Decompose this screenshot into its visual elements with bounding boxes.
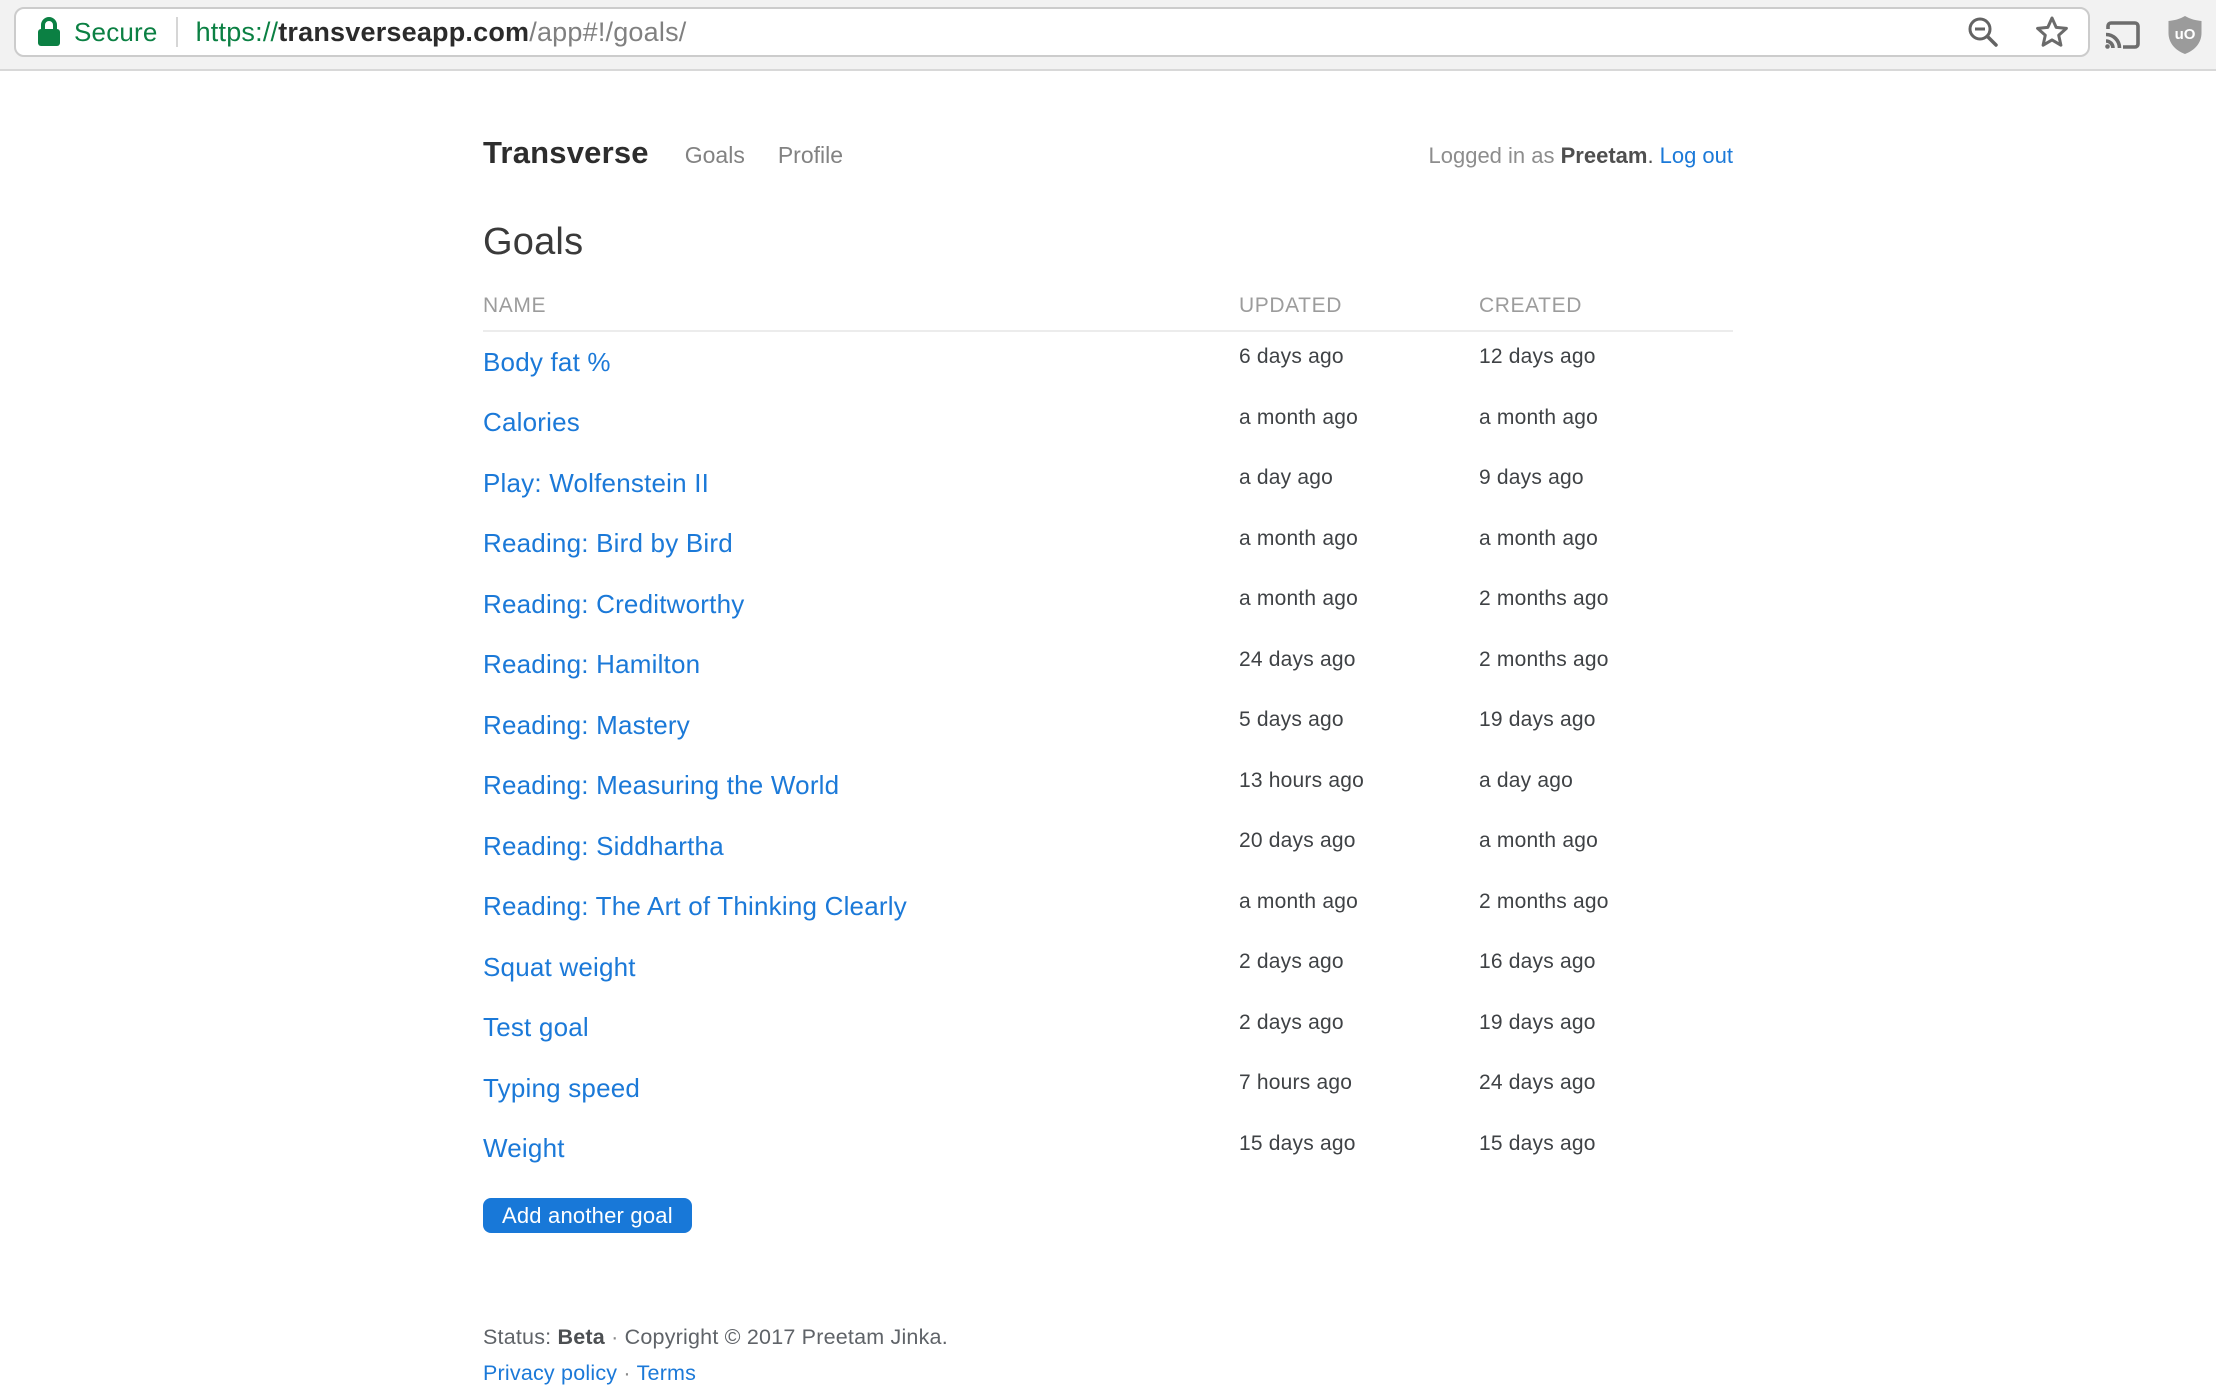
goal-updated-value: 15 days ago bbox=[1239, 1132, 1479, 1156]
table-row: Reading: Hamilton 24 days ago 2 months a… bbox=[483, 635, 1733, 696]
session-status: Logged in as Preetam. Log out bbox=[1429, 143, 1734, 169]
goal-name-link[interactable]: Reading: Bird by Bird bbox=[483, 528, 733, 558]
goal-created-value: 2 months ago bbox=[1479, 587, 1733, 611]
svg-text:uO: uO bbox=[2175, 26, 2196, 43]
table-row: Squat weight 2 days ago 16 days ago bbox=[483, 937, 1733, 998]
omnibox-divider bbox=[176, 17, 178, 47]
add-goal-button[interactable]: Add another goal bbox=[483, 1198, 692, 1233]
copyright-text: Copyright © 2017 Preetam Jinka. bbox=[625, 1325, 948, 1349]
goal-updated-value: a month ago bbox=[1239, 527, 1479, 551]
column-header-name: NAME bbox=[483, 294, 1239, 318]
goal-name-link[interactable]: Body fat % bbox=[483, 347, 611, 377]
column-header-created: CREATED bbox=[1479, 294, 1733, 318]
goal-created-value: a month ago bbox=[1479, 829, 1733, 853]
goal-created-value: 24 days ago bbox=[1479, 1071, 1733, 1095]
url-path: /app#!/goals/ bbox=[529, 17, 686, 47]
goal-name-link[interactable]: Calories bbox=[483, 407, 580, 437]
goal-updated-value: a month ago bbox=[1239, 587, 1479, 611]
secure-label[interactable]: Secure bbox=[74, 17, 158, 48]
table-row: Reading: Mastery 5 days ago 19 days ago bbox=[483, 695, 1733, 756]
goal-updated-value: 2 days ago bbox=[1239, 1011, 1479, 1035]
brand-logo[interactable]: Transverse bbox=[483, 135, 649, 171]
session-suffix: . bbox=[1647, 143, 1653, 168]
url-scheme: https:// bbox=[196, 17, 279, 47]
table-row: Weight 15 days ago 15 days ago bbox=[483, 1119, 1733, 1180]
table-row: Test goal 2 days ago 19 days ago bbox=[483, 998, 1733, 1059]
footer-links-separator: · bbox=[623, 1361, 630, 1385]
footer-separator: · bbox=[611, 1325, 618, 1349]
page-title: Goals bbox=[483, 221, 1733, 264]
table-row: Reading: Creditworthy a month ago 2 mont… bbox=[483, 574, 1733, 635]
goal-created-value: a day ago bbox=[1479, 769, 1733, 793]
url-text[interactable]: https://transverseapp.com/app#!/goals/ bbox=[196, 17, 687, 48]
column-header-updated: UPDATED bbox=[1239, 294, 1479, 318]
goal-name-link[interactable]: Squat weight bbox=[483, 952, 636, 982]
privacy-policy-link[interactable]: Privacy policy bbox=[483, 1361, 617, 1385]
goal-created-value: 2 months ago bbox=[1479, 890, 1733, 914]
goal-created-value: a month ago bbox=[1479, 406, 1733, 430]
zoom-icon[interactable] bbox=[1966, 15, 2000, 49]
footer-status-line: Status: Beta · Copyright © 2017 Preetam … bbox=[483, 1325, 1733, 1350]
goal-created-value: 19 days ago bbox=[1479, 708, 1733, 732]
footer: Status: Beta · Copyright © 2017 Preetam … bbox=[483, 1325, 1733, 1386]
goal-name-link[interactable]: Reading: Measuring the World bbox=[483, 770, 839, 800]
table-row: Body fat % 6 days ago 12 days ago bbox=[483, 332, 1733, 393]
table-row: Reading: The Art of Thinking Clearly a m… bbox=[483, 877, 1733, 938]
status-badge: Beta bbox=[558, 1325, 605, 1349]
goal-name-link[interactable]: Reading: Mastery bbox=[483, 710, 690, 740]
table-row: Reading: Siddhartha 20 days ago a month … bbox=[483, 816, 1733, 877]
browser-extension-area: uO bbox=[2090, 0, 2216, 69]
goal-name-link[interactable]: Weight bbox=[483, 1133, 565, 1163]
goal-name-link[interactable]: Test goal bbox=[483, 1012, 589, 1042]
goal-created-value: 2 months ago bbox=[1479, 648, 1733, 672]
goal-created-value: a month ago bbox=[1479, 527, 1733, 551]
goal-updated-value: 13 hours ago bbox=[1239, 769, 1479, 793]
cast-icon[interactable] bbox=[2103, 19, 2141, 51]
goal-created-value: 16 days ago bbox=[1479, 950, 1733, 974]
lock-icon[interactable] bbox=[36, 16, 62, 48]
goal-created-value: 19 days ago bbox=[1479, 1011, 1733, 1035]
goal-name-link[interactable]: Reading: Siddhartha bbox=[483, 831, 724, 861]
goal-updated-value: 7 hours ago bbox=[1239, 1071, 1479, 1095]
ublock-shield-icon[interactable]: uO bbox=[2167, 15, 2203, 55]
table-row: Reading: Measuring the World 13 hours ag… bbox=[483, 756, 1733, 817]
goal-updated-value: a day ago bbox=[1239, 466, 1479, 490]
goal-created-value: 15 days ago bbox=[1479, 1132, 1733, 1156]
goal-name-link[interactable]: Reading: The Art of Thinking Clearly bbox=[483, 891, 907, 921]
goal-created-value: 12 days ago bbox=[1479, 345, 1733, 369]
goal-name-link[interactable]: Reading: Creditworthy bbox=[483, 589, 744, 619]
goals-table-body: Body fat % 6 days ago 12 days ago Calori… bbox=[483, 332, 1733, 1179]
session-prefix: Logged in as bbox=[1429, 143, 1555, 168]
browser-toolbar: Secure https://transverseapp.com/app#!/g… bbox=[0, 0, 2216, 71]
table-header-row: NAME UPDATED CREATED bbox=[483, 294, 1733, 332]
logout-link[interactable]: Log out bbox=[1660, 143, 1733, 168]
nav-item-profile[interactable]: Profile bbox=[778, 142, 843, 169]
status-label: Status: bbox=[483, 1325, 551, 1349]
goal-updated-value: 20 days ago bbox=[1239, 829, 1479, 853]
goal-name-link[interactable]: Play: Wolfenstein II bbox=[483, 468, 709, 498]
table-row: Calories a month ago a month ago bbox=[483, 393, 1733, 454]
goal-created-value: 9 days ago bbox=[1479, 466, 1733, 490]
terms-link[interactable]: Terms bbox=[637, 1361, 697, 1385]
app-header: Transverse Goals Profile Logged in as Pr… bbox=[483, 71, 1733, 171]
bookmark-star-icon[interactable] bbox=[2034, 14, 2070, 50]
table-row: Reading: Bird by Bird a month ago a mont… bbox=[483, 514, 1733, 575]
goal-updated-value: 5 days ago bbox=[1239, 708, 1479, 732]
nav-item-goals[interactable]: Goals bbox=[685, 142, 745, 169]
address-bar[interactable]: Secure https://transverseapp.com/app#!/g… bbox=[14, 7, 2090, 57]
session-username: Preetam bbox=[1561, 143, 1648, 168]
goal-updated-value: 6 days ago bbox=[1239, 345, 1479, 369]
goal-updated-value: a month ago bbox=[1239, 890, 1479, 914]
goal-updated-value: 24 days ago bbox=[1239, 648, 1479, 672]
goal-name-link[interactable]: Reading: Hamilton bbox=[483, 649, 700, 679]
table-row: Typing speed 7 hours ago 24 days ago bbox=[483, 1058, 1733, 1119]
url-domain: transverseapp.com bbox=[278, 17, 529, 47]
goal-updated-value: a month ago bbox=[1239, 406, 1479, 430]
goal-name-link[interactable]: Typing speed bbox=[483, 1073, 640, 1103]
footer-links: Privacy policy · Terms bbox=[483, 1361, 1733, 1386]
table-row: Play: Wolfenstein II a day ago 9 days ag… bbox=[483, 453, 1733, 514]
goal-updated-value: 2 days ago bbox=[1239, 950, 1479, 974]
